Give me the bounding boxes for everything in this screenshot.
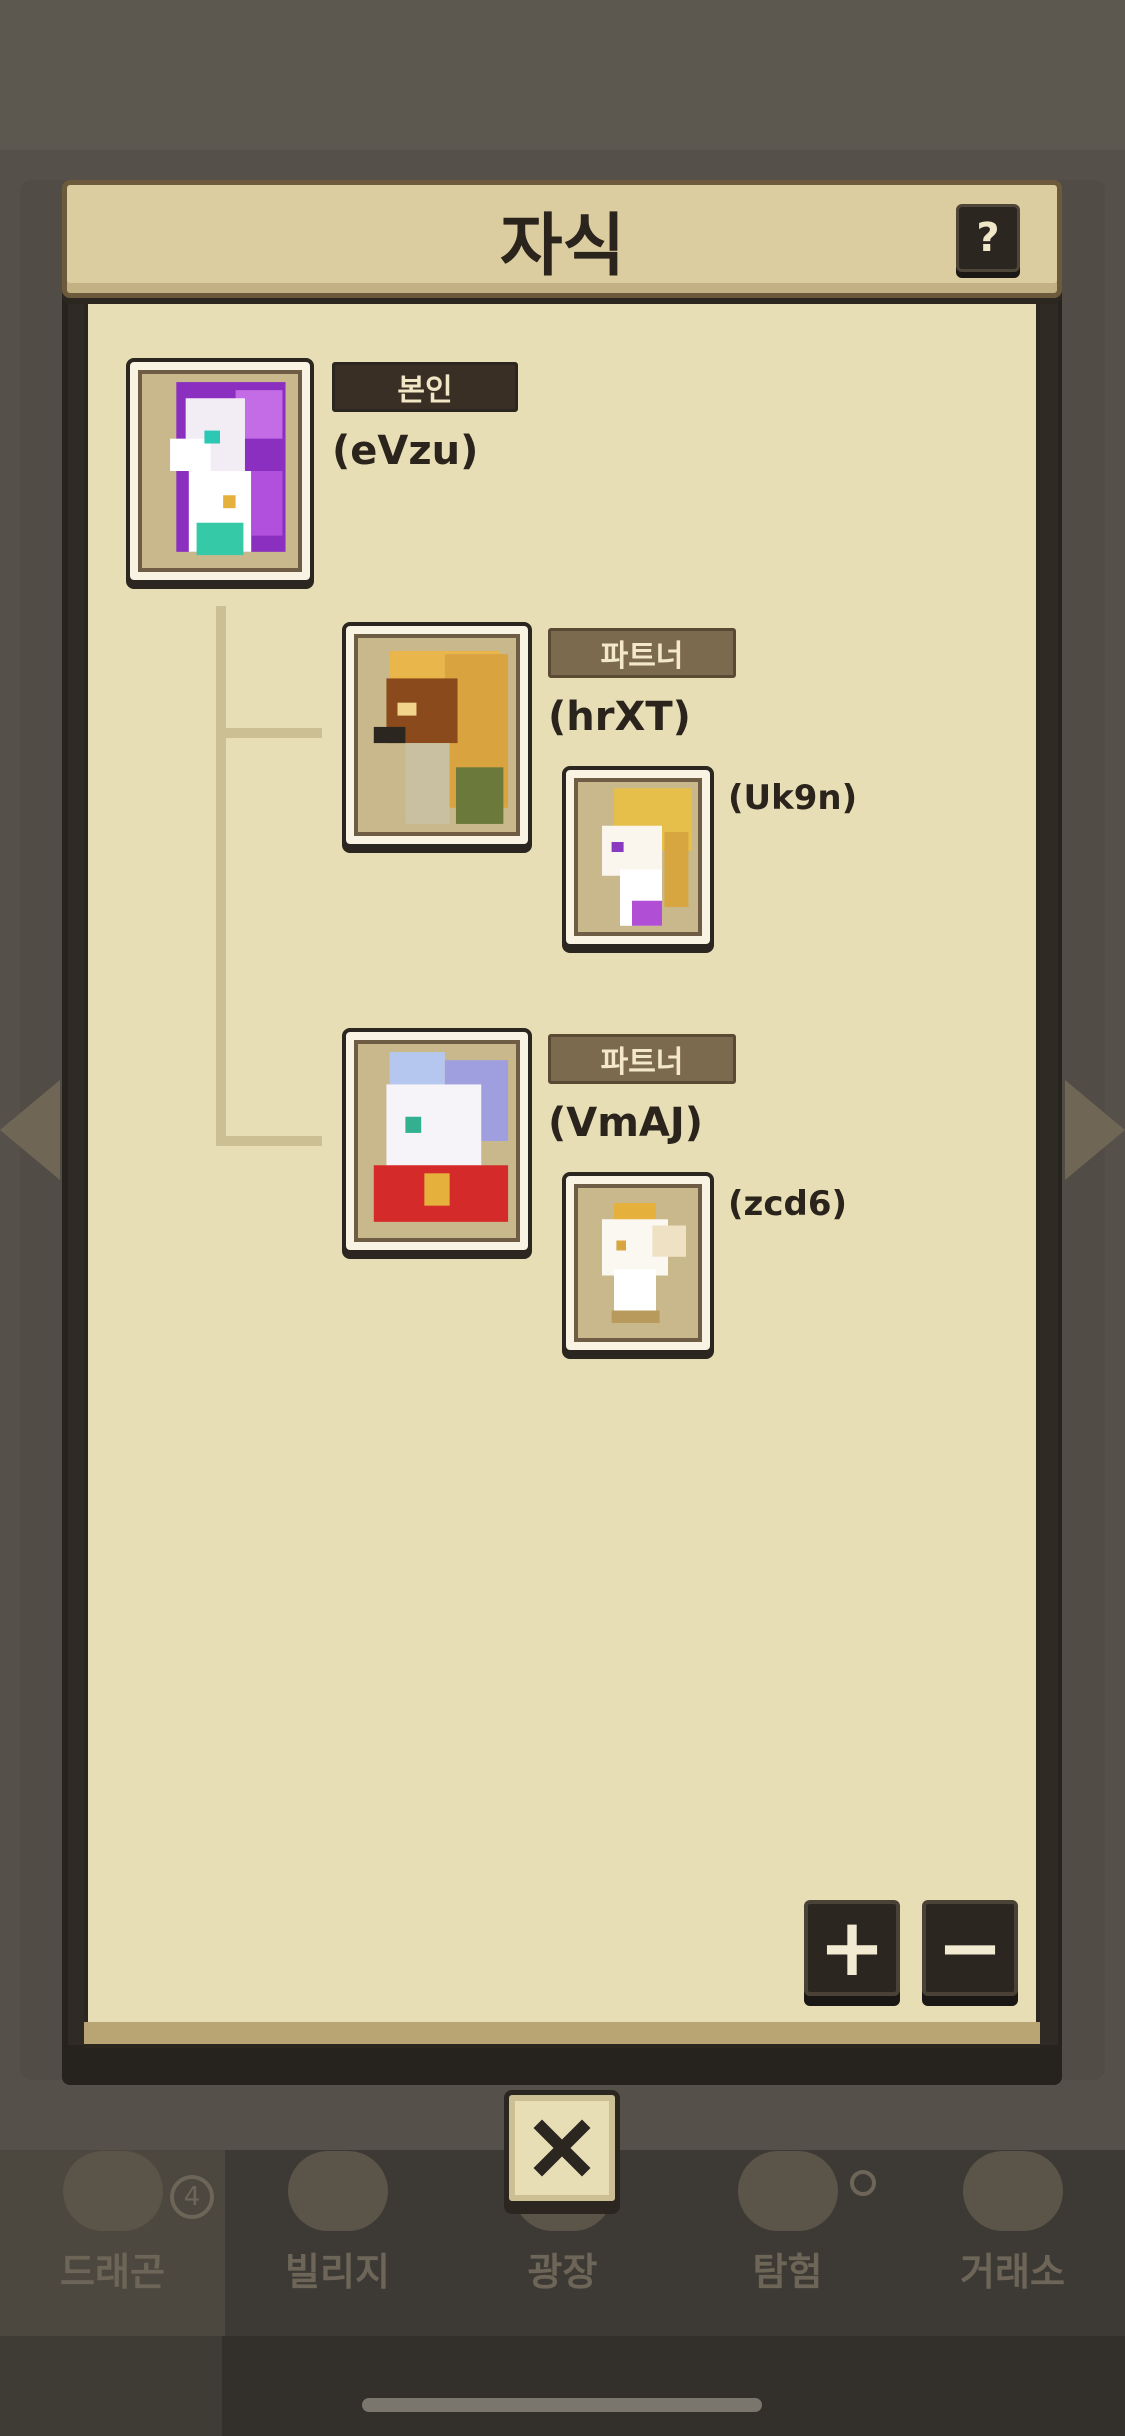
village-icon	[287, 2151, 388, 2231]
exchange-icon	[962, 2151, 1063, 2231]
partner-name: (hrXT)	[548, 694, 691, 740]
zoom-out-button[interactable]: −	[922, 1900, 1018, 1996]
background-top	[0, 0, 1125, 150]
zoom-in-button[interactable]: +	[804, 1900, 900, 1996]
dragon-portrait-icon	[373, 1052, 509, 1222]
nav-item-explore: 탐험	[675, 2150, 900, 2336]
dragon-portrait	[354, 634, 520, 836]
nav-item-dragon: 드래곤 4	[0, 2150, 225, 2336]
next-arrow-icon	[1065, 1080, 1125, 1180]
partner-portrait-card[interactable]	[342, 1028, 532, 1254]
bottom-strip-active	[0, 2336, 222, 2436]
close-icon	[533, 2119, 591, 2177]
nav-label: 드래곤	[60, 2250, 165, 2294]
notification-dot-icon	[850, 2170, 876, 2196]
home-indicator	[362, 2398, 762, 2412]
tree-line-vertical	[216, 606, 226, 1146]
dragon-portrait-icon	[602, 1203, 686, 1323]
prev-arrow-icon	[0, 1080, 60, 1180]
child-name: (zcd6)	[728, 1184, 848, 1224]
dialog-edge-right	[1040, 300, 1058, 2045]
partner-tag: 파트너	[548, 628, 736, 678]
self-portrait-card[interactable]	[126, 358, 314, 584]
nav-label: 탐험	[752, 2250, 823, 2294]
tree-line-branch-1	[216, 728, 322, 738]
dragon-portrait-icon	[373, 650, 509, 824]
dragon-portrait-icon	[602, 788, 692, 926]
nav-label: 거래소	[960, 2250, 1065, 2294]
dragon-portrait-icon	[170, 382, 286, 556]
dragon-portrait	[574, 778, 702, 936]
child-portrait-card[interactable]	[562, 1172, 714, 1354]
dragon-portrait	[354, 1040, 520, 1242]
partner-name: (VmAJ)	[548, 1100, 704, 1146]
tree-line-branch-2	[216, 1136, 322, 1146]
self-name: (eVzu)	[332, 428, 479, 474]
nav-item-village: 빌리지	[225, 2150, 450, 2336]
nav-item-exchange: 거래소	[900, 2150, 1125, 2336]
partner-tag: 파트너	[548, 1034, 736, 1084]
nav-label: 빌리지	[285, 2250, 390, 2294]
child-name: (Uk9n)	[728, 778, 858, 818]
child-portrait-card[interactable]	[562, 766, 714, 948]
dragon-portrait	[138, 370, 302, 572]
dialog-bottom-edge	[84, 2022, 1040, 2048]
partner-portrait-card[interactable]	[342, 622, 532, 848]
dragon-icon	[62, 2151, 163, 2231]
dragon-portrait	[574, 1184, 702, 1342]
nav-badge: 4	[170, 2175, 214, 2219]
help-button[interactable]: ?	[956, 204, 1020, 272]
self-tag: 본인	[332, 362, 518, 412]
close-button[interactable]	[504, 2090, 620, 2206]
nav-label: 광장	[527, 2250, 598, 2294]
compass-icon	[737, 2151, 838, 2231]
